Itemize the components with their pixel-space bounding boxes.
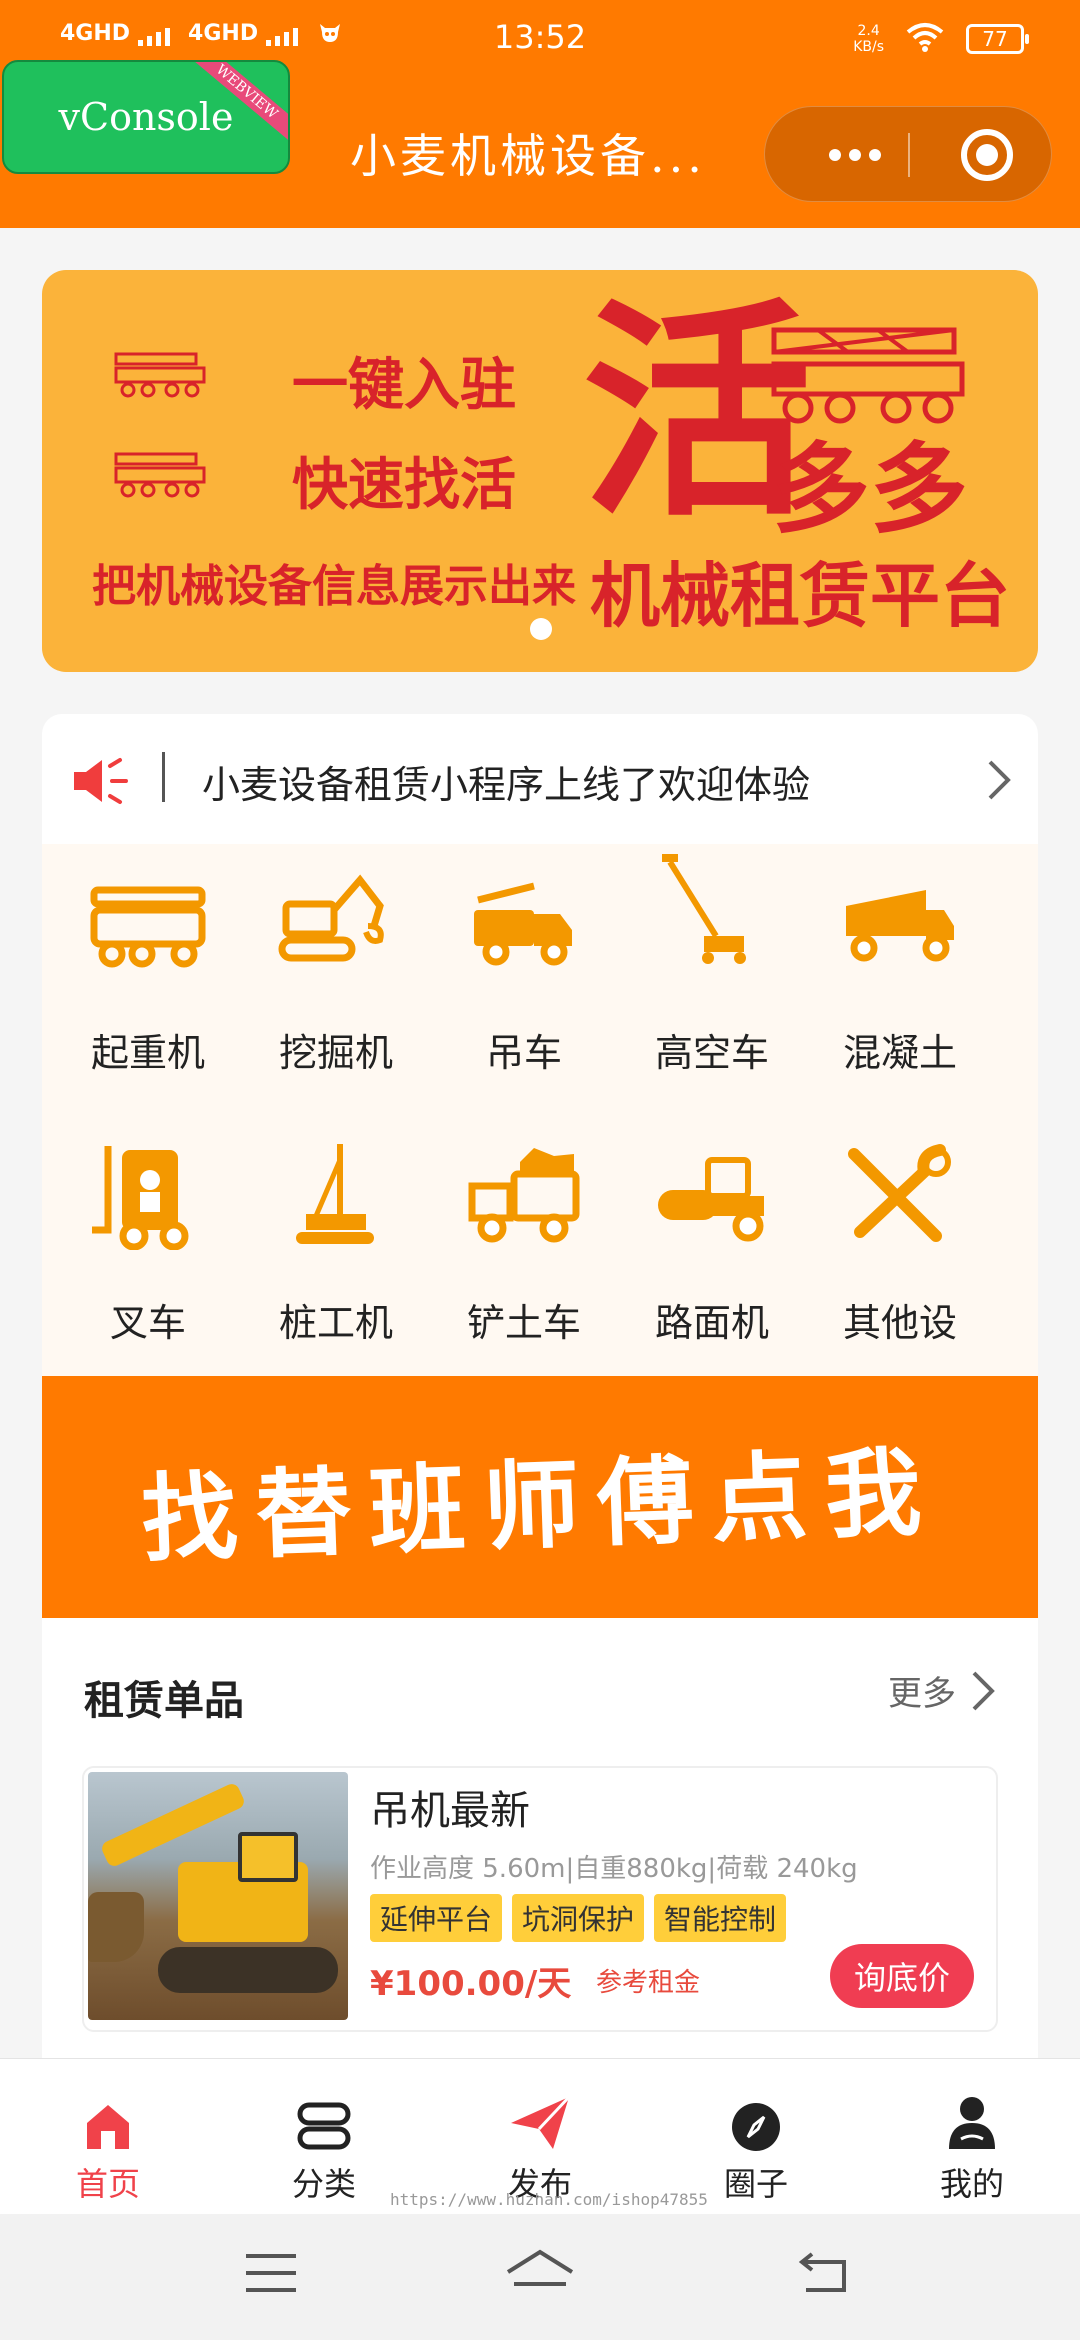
excavator-icon	[278, 874, 384, 962]
category-hoist[interactable]: 吊车	[434, 844, 614, 1084]
substitute-worker-banner[interactable]: 找替班师傅点我	[42, 1376, 1038, 1618]
category-forklift[interactable]: 叉车	[58, 1114, 238, 1354]
product-photo	[88, 1772, 348, 2020]
item-spec: 作业高度 5.60m|自重880kg|荷载 240kg	[370, 1854, 858, 1884]
category-road[interactable]: 路面机	[622, 1114, 802, 1354]
crane-truck-icon	[90, 886, 206, 968]
banner-big-suffix: 多多	[772, 433, 969, 547]
chevron-right-icon	[988, 760, 1011, 800]
speed-unit: KB/s	[853, 39, 884, 55]
tools-icon	[848, 1144, 951, 1242]
category-grid: 起重机 挖掘机 吊车 高空车 混凝土 叉车 桩工机 铲土车 路面机 其他设	[42, 844, 1038, 1376]
system-navigation-bar	[0, 2214, 1080, 2340]
category-pile[interactable]: 桩工机	[246, 1114, 426, 1354]
category-label: 高空车	[654, 1031, 769, 1075]
back-icon[interactable]	[796, 2248, 850, 2298]
category-label: 桩工机	[278, 1301, 393, 1345]
item-tag: 智能控制	[654, 1894, 787, 1942]
tab-label: 首页	[75, 2165, 140, 2203]
send-icon	[511, 2095, 571, 2149]
category-label: 其他设	[842, 1301, 957, 1345]
item-price: ¥100.00/天	[370, 1964, 572, 2004]
tab-label: 我的	[939, 2165, 1004, 2203]
status-right: 2.4 KB/s 77	[853, 22, 1029, 56]
menu-icon[interactable]	[244, 2248, 298, 2298]
category-earthmover[interactable]: 铲土车	[434, 1114, 614, 1354]
category-label: 挖掘机	[278, 1031, 393, 1075]
item-title: 吊机最新	[370, 1788, 530, 1834]
crane-icon	[114, 452, 206, 498]
battery-icon: 77	[966, 24, 1029, 54]
mini-program-capsule	[764, 106, 1052, 202]
promo-text: 找替班师傅点我	[139, 1435, 942, 1576]
ask-price-button[interactable]: 询底价	[830, 1944, 974, 2008]
watermark: https://www.huzhan.com/ishop47855	[390, 2190, 708, 2209]
category-excavator[interactable]: 挖掘机	[246, 844, 426, 1084]
item-tag: 坑洞保护	[512, 1894, 645, 1942]
category-label: 路面机	[654, 1301, 769, 1345]
price-note: 参考租金	[596, 1968, 701, 1998]
category-label: 起重机	[90, 1031, 205, 1075]
page-title: 小麦机械设备...	[350, 129, 706, 183]
more-label: 更多	[888, 1674, 956, 1714]
tab-home[interactable]: 首页	[0, 2059, 216, 2215]
category-other[interactable]: 其他设	[810, 1114, 990, 1354]
banner-line-1: 一键入驻	[292, 353, 516, 418]
category-icon	[297, 2102, 351, 2150]
compass-icon	[732, 2103, 780, 2151]
chevron-right-icon	[972, 1671, 995, 1710]
network-speed: 2.4 KB/s	[853, 23, 884, 55]
pile-driver-icon	[296, 1144, 374, 1244]
notice-separator	[162, 752, 165, 802]
notice-bar[interactable]: 小麦设备租赁小程序上线了欢迎体验	[42, 714, 1038, 844]
close-miniprogram-button[interactable]	[961, 129, 1013, 181]
item-tag: 延伸平台	[370, 1894, 503, 1942]
vconsole-button[interactable]: vConsole WEBVIEW	[2, 60, 290, 174]
banner-platform: 机械租赁平台	[590, 555, 1010, 637]
rental-item-card[interactable]: 吊机最新 作业高度 5.60m|自重880kg|荷载 240kg 延伸平台 坑洞…	[82, 1766, 998, 2032]
dump-truck-icon	[468, 1148, 580, 1243]
category-label: 吊车	[485, 1031, 562, 1075]
road-roller-icon	[658, 1157, 764, 1242]
category-concrete[interactable]: 混凝土	[810, 844, 990, 1084]
crane-icon	[114, 352, 206, 398]
hoist-truck-icon	[474, 882, 572, 966]
category-label: 混凝土	[842, 1031, 957, 1075]
more-link[interactable]: 更多	[888, 1666, 996, 1715]
wifi-icon	[906, 22, 944, 56]
banner-line-3: 把机械设备信息展示出来	[92, 561, 576, 612]
carousel-indicator-dot[interactable]	[530, 618, 552, 640]
aerial-lift-icon	[662, 854, 746, 964]
banner-carousel[interactable]: 一键入驻 快速找活 把机械设备信息展示出来 活 多多 机械租赁平台	[42, 270, 1038, 672]
category-label: 铲土车	[466, 1301, 581, 1345]
forklift-icon	[92, 1146, 189, 1250]
home-icon	[87, 2105, 129, 2149]
app-header: 4GHD 4GHD 13:52 2.4 KB/s 77 vConsole WEBV…	[0, 0, 1080, 228]
category-crane[interactable]: 起重机	[58, 844, 238, 1084]
more-menu-button[interactable]	[805, 107, 905, 203]
user-icon	[949, 2097, 995, 2149]
tab-profile[interactable]: 我的	[864, 2059, 1080, 2215]
concrete-mixer-icon	[846, 890, 954, 962]
item-tags: 延伸平台 坑洞保护 智能控制	[370, 1894, 787, 1942]
notice-text: 小麦设备租赁小程序上线了欢迎体验	[202, 763, 811, 807]
home-nav-icon[interactable]	[504, 2248, 576, 2302]
speaker-icon	[74, 758, 128, 804]
section-heading: 租赁单品	[84, 1678, 244, 1724]
speed-value: 2.4	[857, 23, 880, 39]
banner-line-2: 快速找活	[292, 453, 516, 518]
vconsole-label: vConsole	[58, 95, 234, 139]
category-aerial[interactable]: 高空车	[622, 844, 802, 1084]
rental-section: 租赁单品 更多 吊机最新 作业高度 5.60m|自重880kg|荷载 240kg…	[42, 1618, 1038, 2058]
capsule-divider	[908, 133, 910, 177]
category-label: 叉车	[109, 1301, 186, 1345]
